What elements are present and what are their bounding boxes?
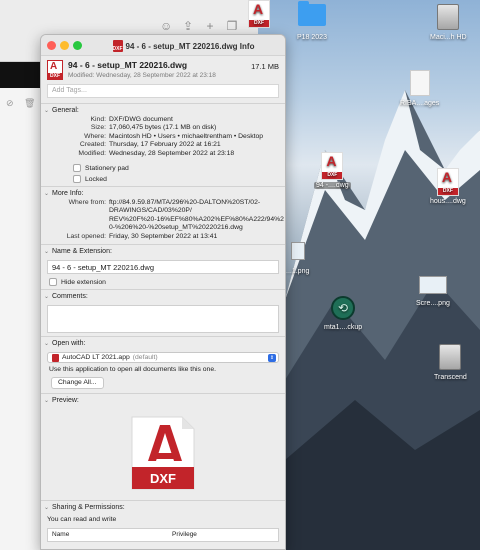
permissions-table[interactable]: Name Privilege [47, 528, 279, 543]
desktop-icon-label: ...1.png [286, 268, 310, 275]
desktop-icon-label: Scre....png [416, 300, 450, 307]
trash-icon[interactable]: 🗑 [24, 98, 35, 109]
desktop-dxf-icon-top[interactable]: A DXF [248, 0, 270, 28]
comments-section: ⌄ Comments: [41, 289, 285, 334]
window-title: DXF 94 - 6 - setup_MT 220216.dwg Info [86, 40, 281, 52]
preview-section: ⌄ Preview: DXF [41, 393, 285, 500]
where-value: Macintosh HD • Users • michaeltrentham •… [109, 132, 264, 140]
desktop-drive-transcend[interactable]: Transcend [434, 344, 467, 381]
locked-checkbox[interactable]: Locked [41, 175, 285, 184]
chevron-down-icon: ⌄ [44, 107, 50, 114]
chevron-down-icon: ⌄ [44, 340, 50, 347]
chevron-down-icon: ⌄ [44, 504, 50, 511]
share-icon[interactable]: ⇪ [182, 20, 194, 32]
general-section: ⌄ General: Kind: DXF/DWG document Size: 17,… [41, 103, 285, 184]
desktop-dxf-hous[interactable]: A DXF hous....dwg [430, 168, 466, 205]
hard-drive-icon [437, 4, 460, 30]
plus-icon[interactable]: + [204, 20, 216, 32]
window-title-text: 94 - 6 - setup_MT 220216.dwg Info [125, 41, 255, 51]
autocad-icon [52, 353, 59, 362]
section-header-preview[interactable]: ⌄ Preview: [41, 394, 285, 406]
open-with-note: Use this application to open all documen… [49, 366, 216, 374]
finder-dark-strip [0, 62, 40, 88]
dxf-file-icon: A DXF [436, 168, 459, 196]
section-header-sharing[interactable]: ⌄ Sharing & Permissions: [41, 501, 285, 513]
permission-summary: You can read and write [47, 516, 117, 524]
chevron-down-icon: ⌄ [44, 293, 50, 300]
desktop-png-file[interactable]: ...1.png [286, 242, 309, 275]
image-icon [290, 242, 305, 260]
tag-icon[interactable]: ⊘ [6, 98, 14, 109]
section-header-comments[interactable]: ⌄ Comments: [41, 290, 285, 302]
desktop-screenshot[interactable]: Scre....png [416, 276, 450, 307]
desktop-drive-macintosh[interactable]: Maci...h HD [430, 4, 467, 41]
screenshot-icon [418, 276, 447, 294]
hide-extension-checkbox[interactable]: Hide extension [41, 278, 285, 287]
folder-icon [297, 1, 326, 26]
dxf-preview-icon: DXF [130, 415, 196, 491]
size-value: 17,060,475 bytes (17.1 MB on disk) [109, 124, 217, 132]
dxf-file-icon: A DXF [248, 0, 270, 28]
desktop-icon-label: Maci...h HD [430, 34, 467, 41]
open-with-section: ⌄ Open with: AutoCAD LT 2021.app (default)… [41, 336, 285, 393]
open-with-dropdown[interactable]: AutoCAD LT 2021.app (default) ⇕ [47, 352, 279, 364]
time-machine-icon: ⟲ [331, 296, 356, 320]
dxf-file-icon: A DXF [47, 60, 63, 80]
desktop-dxf-94[interactable]: A DXF 94 -....dwg [314, 152, 351, 189]
desktop-wallpaper [285, 0, 480, 550]
file-name-field[interactable]: 94 - 6 - setup_MT 220216.dwg [47, 260, 279, 275]
stationery-checkbox[interactable]: Stationery pad [41, 164, 285, 173]
file-size: 17.1 MB [251, 62, 279, 71]
more-info-section: ⌄ More Info: Where from: ftp://84.9.59.87/… [41, 186, 285, 241]
section-header-general[interactable]: ⌄ General: [41, 104, 285, 116]
section-header-name[interactable]: ⌄ Name & Extension: [41, 245, 285, 257]
name-extension-section: ⌄ Name & Extension: 94 - 6 - setup_MT 220… [41, 244, 285, 287]
section-header-more-info[interactable]: ⌄ More Info: [41, 187, 285, 199]
chevron-down-icon: ⌄ [44, 248, 50, 255]
external-drive-icon [439, 344, 462, 370]
chevron-updown-icon: ⇕ [268, 354, 276, 363]
file-preview: DXF [41, 406, 285, 500]
smiley-icon[interactable]: ☺ [160, 20, 172, 32]
modified-value: Wednesday, 28 September 2022 at 23:18 [109, 149, 235, 157]
desktop-icon-label: RIBA....ages [400, 100, 440, 107]
desktop-icon-label: mta1....ckup [324, 324, 363, 331]
file-header: A DXF 94 - 6 - setup_MT 220216.dwg Modifi… [41, 56, 285, 82]
kind-value: DXF/DWG document [109, 116, 173, 123]
desktop-icon-label: P18 2023 [297, 34, 327, 41]
get-info-window[interactable]: DXF 94 - 6 - setup_MT 220216.dwg Info AD… [40, 34, 286, 550]
info-titlebar[interactable]: DXF 94 - 6 - setup_MT 220216.dwg Info [41, 35, 285, 56]
desktop-folder-p18[interactable]: P18 2023 [297, 1, 327, 41]
sharing-section: ⌄ Sharing & Permissions: You can read and… [41, 500, 285, 543]
minimize-button[interactable] [60, 41, 69, 50]
change-all-button[interactable]: Change All... [51, 377, 104, 390]
desktop-icon-label: 94 -....dwg [314, 182, 351, 189]
where-from-value: ftp://84.9.59.87/MTA/296%20-DALTON%20ST/… [109, 199, 261, 207]
dxf-file-icon: A DXF [321, 152, 344, 180]
chevron-down-icon: ⌄ [44, 397, 50, 404]
comments-field[interactable] [47, 305, 279, 334]
copy-icon[interactable]: ❐ [226, 20, 238, 32]
desktop-timemachine-backup[interactable]: ⟲ mta1....ckup [324, 296, 362, 331]
desktop-icon-label: hous....dwg [430, 198, 466, 205]
finder-side-icons: ⊘ 🗑 [0, 88, 40, 118]
tags-field[interactable]: Add Tags... [47, 84, 279, 98]
close-button[interactable] [47, 41, 56, 50]
modified-date: Modified: Wednesday, 28 September 2022 a… [68, 72, 216, 79]
column-header-privilege[interactable]: Privilege [168, 529, 201, 541]
document-icon [409, 70, 430, 96]
desktop-icon-label: Transcend [434, 374, 467, 381]
zoom-button[interactable] [73, 41, 82, 50]
section-header-open-with[interactable]: ⌄ Open with: [41, 337, 285, 349]
created-value: Thursday, 17 February 2022 at 16:21 [109, 141, 221, 149]
last-opened-value: Friday, 30 September 2022 at 13:41 [109, 232, 218, 240]
chevron-down-icon: ⌄ [44, 190, 50, 197]
desktop-doc-riba[interactable]: RIBA....ages [400, 70, 439, 107]
column-header-name[interactable]: Name [48, 529, 168, 541]
file-name: 94 - 6 - setup_MT 220216.dwg [68, 60, 188, 70]
dxf-file-icon: DXF [112, 40, 123, 52]
